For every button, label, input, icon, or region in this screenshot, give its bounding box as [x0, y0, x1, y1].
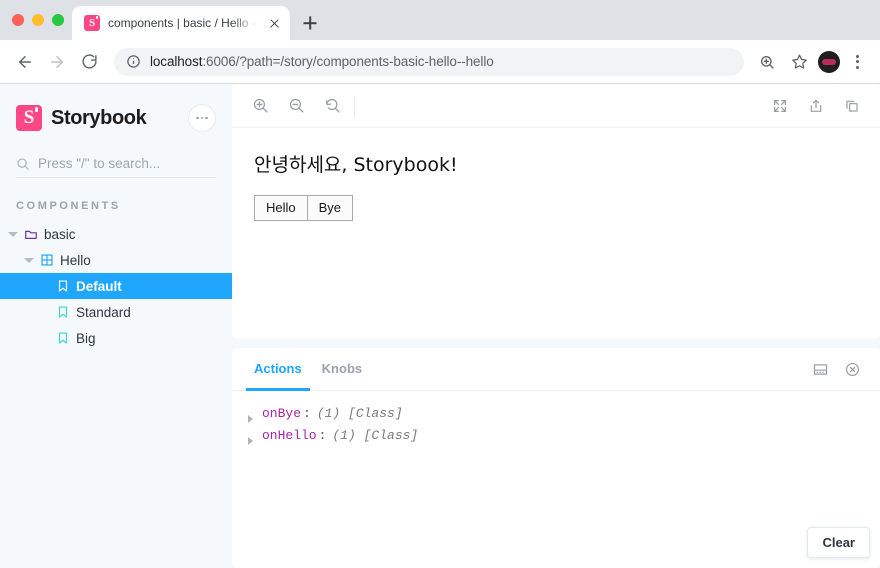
- preview-zoom-tools: [246, 92, 346, 120]
- sidebar-item-label: Default: [76, 278, 122, 294]
- story-canvas: 안녕하세요, Storybook! Hello Bye: [232, 128, 880, 338]
- sidebar-item-standard[interactable]: Standard: [0, 299, 232, 325]
- arrow-right-icon[interactable]: [42, 47, 72, 77]
- brand-wordmark: Storybook: [51, 106, 147, 129]
- sidebar-section-label: COMPONENTS: [16, 200, 121, 212]
- chevron-down-icon: [24, 255, 34, 265]
- browser-tabstrip: S components | basic / Hello - Hello: [0, 0, 880, 40]
- story-icon: [58, 332, 68, 344]
- sidebar-item-big[interactable]: Big: [0, 325, 232, 351]
- fullscreen-icon[interactable]: [766, 92, 794, 120]
- sidebar-brand: S Storybook: [0, 100, 232, 136]
- ellipsis-icon[interactable]: [188, 104, 216, 132]
- zoom-reset-icon[interactable]: [318, 92, 346, 120]
- hello-button[interactable]: Hello: [254, 195, 308, 221]
- addon-panel-tabs: Actions Knobs: [232, 348, 880, 391]
- preview-view-tools: [766, 92, 866, 120]
- storybook-main: 안녕하세요, Storybook! Hello Bye Actions Knob…: [232, 84, 880, 568]
- search-icon: [17, 157, 29, 170]
- storybook-favicon: S: [84, 15, 100, 31]
- address-bar[interactable]: localhost:6006/?path=/story/components-b…: [114, 47, 744, 76]
- close-window-button[interactable]: [12, 14, 24, 26]
- kebab-menu-icon[interactable]: [844, 48, 870, 76]
- browser-toolbar: localhost:6006/?path=/story/components-b…: [0, 40, 880, 84]
- storybook-app: S Storybook Press "/" to search... COMPO…: [0, 84, 880, 568]
- component-icon: [41, 254, 53, 266]
- story-button-group: Hello Bye: [254, 195, 354, 221]
- search-input[interactable]: Press "/" to search...: [16, 150, 216, 178]
- sidebar-item-label: Big: [76, 330, 96, 346]
- sidebar-item-label: Standard: [76, 304, 131, 320]
- minimize-window-button[interactable]: [32, 14, 44, 26]
- action-log-row[interactable]: onBye : (1) [Class]: [242, 403, 870, 425]
- magnifier-icon[interactable]: [752, 47, 782, 77]
- sidebar-item-label: basic: [44, 226, 76, 242]
- sidebar-item-label: Hello: [60, 252, 91, 268]
- preview-card: 안녕하세요, Storybook! Hello Bye: [232, 84, 880, 338]
- profile-avatar[interactable]: [818, 50, 840, 73]
- story-icon: [58, 280, 68, 292]
- info-circle-icon: [127, 55, 140, 68]
- bye-button[interactable]: Bye: [307, 195, 354, 221]
- search-placeholder: Press "/" to search...: [38, 156, 161, 171]
- zoom-out-icon[interactable]: [282, 92, 310, 120]
- action-value: (1) [Class]: [332, 428, 419, 443]
- action-name: onBye: [262, 406, 302, 421]
- chevron-down-icon: [8, 229, 18, 239]
- clear-button[interactable]: Clear: [807, 527, 870, 558]
- action-log-row[interactable]: onHello : (1) [Class]: [242, 425, 870, 447]
- storybook-sidebar: S Storybook Press "/" to search... COMPO…: [0, 84, 232, 568]
- tab-knobs[interactable]: Knobs: [314, 349, 370, 391]
- open-tab-icon[interactable]: [802, 92, 830, 120]
- tab-title: components | basic / Hello - Hello: [108, 16, 258, 30]
- reload-icon[interactable]: [74, 47, 104, 77]
- tab-actions[interactable]: Actions: [246, 349, 310, 391]
- url-path: :6006/?path=/story/components-basic-hell…: [202, 54, 494, 69]
- preview-toolbar: [232, 84, 880, 128]
- zoom-in-icon[interactable]: [246, 92, 274, 120]
- maximize-window-button[interactable]: [52, 14, 64, 26]
- sidebar-item-hello[interactable]: Hello: [0, 247, 232, 273]
- browser-window: S components | basic / Hello - Hello loc…: [0, 0, 880, 568]
- actions-log: onBye : (1) [Class] onHello : (1) [Class…: [232, 391, 880, 568]
- action-colon: :: [303, 406, 311, 421]
- addon-panel: Actions Knobs onBye : (1) [Class] onHell…: [232, 348, 880, 568]
- action-colon: :: [318, 428, 327, 443]
- folder-icon: [25, 230, 37, 239]
- story-tree: basic Hello Default Standard Big: [0, 221, 232, 351]
- story-icon: [58, 306, 68, 318]
- story-heading: 안녕하세요, Storybook!: [254, 154, 458, 176]
- browser-tab[interactable]: S components | basic / Hello - Hello: [72, 6, 290, 40]
- sidebar-item-default[interactable]: Default: [0, 273, 232, 299]
- close-panel-icon[interactable]: [838, 355, 866, 383]
- star-icon[interactable]: [784, 47, 814, 77]
- toolbar-divider: [354, 95, 355, 116]
- storybook-logo: S: [16, 105, 42, 131]
- sidebar-item-basic[interactable]: basic: [0, 221, 232, 247]
- copy-link-icon[interactable]: [838, 92, 866, 120]
- close-icon[interactable]: [266, 15, 282, 31]
- panel-position-icon[interactable]: [806, 355, 834, 383]
- arrow-left-icon[interactable]: [10, 47, 40, 77]
- url-host: localhost: [150, 54, 203, 69]
- window-traffic-lights: [8, 0, 72, 40]
- plus-icon[interactable]: [296, 9, 324, 37]
- action-name: onHello: [262, 428, 317, 443]
- address-bar-url: localhost:6006/?path=/story/components-b…: [150, 54, 494, 69]
- action-value: (1) [Class]: [316, 406, 403, 421]
